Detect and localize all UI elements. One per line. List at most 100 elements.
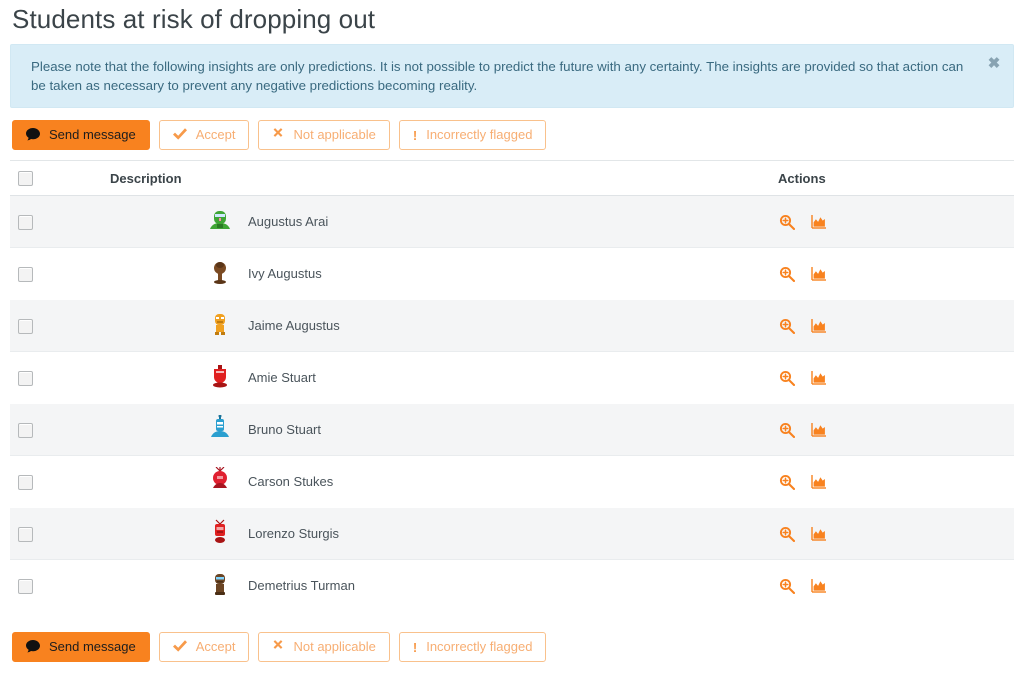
actions-cell [770,403,1014,457]
table-body: Augustus Arai Ivy Augustus Jaime Augustus A… [10,195,1014,612]
insights-table: Description Actions Augustus Arai Ivy Aug… [10,159,1014,612]
magnifier-plus-icon[interactable] [778,317,796,335]
actions-cell [770,247,1014,300]
table-header-row: Description Actions [10,159,1014,197]
student-name[interactable]: Amie Stuart [248,370,316,385]
row-select-checkbox[interactable] [18,474,33,490]
row-select-checkbox[interactable] [18,318,33,334]
student-name[interactable]: Demetrius Turman [248,578,355,593]
description-cell: Carson Stukes [102,455,770,508]
prediction-notice-alert: Please note that the following insights … [10,44,1014,108]
description-cell: Demetrius Turman [102,559,770,612]
row-select-cell [10,559,102,612]
button-label: Send message [49,127,136,142]
magnifier-plus-icon[interactable] [778,577,796,595]
description-cell: Amie Stuart [102,351,770,404]
button-label: Not applicable [293,639,376,655]
student-name[interactable]: Augustus Arai [248,214,328,229]
row-select-cell [10,455,102,508]
area-chart-icon[interactable] [810,421,828,439]
row-select-cell [10,351,102,404]
actions-cell [770,195,1014,249]
table-row[interactable]: Demetrius Turman [10,559,1014,612]
insights-table-container: Description Actions Augustus Arai Ivy Aug… [10,159,1014,612]
bulk-action-toolbar-top: Send message Accept Not applicable ! Incorre… [0,108,1024,160]
student-name[interactable]: Carson Stukes [248,474,333,489]
area-chart-icon[interactable] [810,369,828,387]
table-row[interactable]: Carson Stukes [10,455,1014,508]
not-applicable-button[interactable]: Not applicable [258,632,390,663]
table-row[interactable]: Augustus Arai [10,195,1014,249]
actions-cell [770,299,1014,353]
row-select-cell [10,403,102,457]
not-applicable-button[interactable]: Not applicable [258,120,390,150]
row-select-checkbox[interactable] [18,266,33,282]
student-name[interactable]: Lorenzo Sturgis [248,526,339,541]
area-chart-icon[interactable] [810,265,828,283]
row-select-cell [10,247,102,300]
exclamation-icon: ! [412,639,418,655]
row-select-cell [10,299,102,353]
row-select-checkbox[interactable] [18,578,33,594]
avatar [208,207,232,237]
area-chart-icon[interactable] [810,317,828,335]
send-message-button[interactable]: Send message [12,632,150,663]
accept-button[interactable]: Accept [158,632,250,663]
table-row[interactable]: Bruno Stuart [10,403,1014,457]
table-row[interactable]: Lorenzo Sturgis [10,507,1014,561]
accept-button[interactable]: Accept [158,120,250,150]
table-row[interactable]: Jaime Augustus [10,299,1014,353]
area-chart-icon[interactable] [810,213,828,231]
student-name[interactable]: Bruno Stuart [248,422,321,437]
button-label: Accept [195,127,236,142]
avatar [208,363,232,393]
page-title: Students at risk of dropping out [12,4,376,34]
student-name[interactable]: Jaime Augustus [248,318,340,333]
description-cell: Jaime Augustus [102,299,770,353]
description-cell: Augustus Arai [102,195,770,249]
magnifier-plus-icon[interactable] [778,525,796,543]
cross-icon [272,128,284,142]
table-row[interactable]: Amie Stuart [10,351,1014,404]
row-select-cell [10,195,102,249]
magnifier-plus-icon[interactable] [778,421,796,439]
row-select-checkbox[interactable] [18,526,33,542]
row-select-checkbox[interactable] [18,422,33,438]
check-icon [172,128,187,142]
button-label: Incorrectly flagged [426,639,533,655]
actions-cell [770,455,1014,508]
avatar [208,571,232,601]
incorrectly-flagged-button[interactable]: ! Incorrectly flagged [398,632,547,663]
comment-icon [26,639,40,655]
magnifier-plus-icon[interactable] [778,265,796,283]
row-select-checkbox[interactable] [18,214,33,230]
table-head: Description Actions [10,159,1014,197]
description-cell: Bruno Stuart [102,403,770,457]
row-select-checkbox[interactable] [18,370,33,386]
avatar [208,519,232,549]
avatar [208,311,232,341]
area-chart-icon[interactable] [810,577,828,595]
exclamation-icon: ! [412,127,418,143]
alert-message: Please note that the following insights … [31,59,964,93]
comment-icon [26,127,40,143]
select-all-checkbox[interactable] [18,171,33,187]
actions-cell [770,507,1014,561]
bulk-action-toolbar-bottom: Send message Accept Not applicable! Incorre… [0,618,1024,668]
magnifier-plus-icon[interactable] [778,213,796,231]
magnifier-plus-icon[interactable] [778,473,796,491]
close-icon[interactable]: ✖ [986,56,1002,72]
area-chart-icon[interactable] [810,473,828,491]
student-name[interactable]: Ivy Augustus [248,266,322,281]
incorrectly-flagged-button[interactable]: ! Incorrectly flagged [398,120,547,150]
magnifier-plus-icon[interactable] [778,369,796,387]
actions-cell [770,559,1014,612]
button-label: Accept [195,639,236,655]
send-message-button[interactable]: Send message [12,120,150,150]
table-row[interactable]: Ivy Augustus [10,247,1014,300]
actions-cell [770,351,1014,404]
description-cell: Lorenzo Sturgis [102,507,770,561]
row-select-cell [10,507,102,561]
actions-header: Actions [770,159,1014,197]
area-chart-icon[interactable] [810,525,828,543]
